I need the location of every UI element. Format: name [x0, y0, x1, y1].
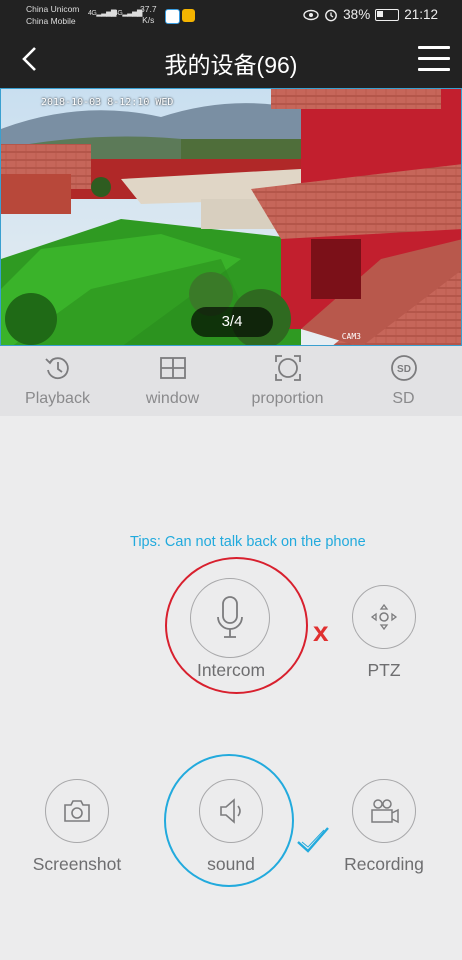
playback-button[interactable]: Playback [0, 346, 115, 416]
proportion-button[interactable]: proportion [230, 346, 345, 416]
battery-percent: 38% [343, 7, 371, 22]
video-timestamp: 2018-10-03 8-12:10 WED [41, 97, 174, 108]
screenshot-button[interactable] [45, 779, 109, 843]
clock: 21:12 [404, 7, 438, 22]
eye-icon [303, 9, 319, 20]
playback-label: Playback [25, 390, 90, 407]
signal-1-icon: 4G▂▃▅▇ [88, 10, 116, 17]
check-mark-icon [297, 827, 329, 853]
app-notification-icon [165, 9, 180, 24]
camera-icon [64, 800, 90, 822]
sd-card-icon: SD [390, 355, 417, 381]
video-camera-icon [371, 799, 399, 824]
aspect-ratio-icon [274, 355, 301, 381]
status-right: 38% 21:12 [303, 7, 438, 22]
sound-label: sound [207, 854, 255, 874]
ptz-button[interactable] [352, 585, 416, 649]
cross-mark-icon: x [313, 616, 329, 647]
intercom-button[interactable] [190, 578, 270, 658]
carrier-1: China Unicom [26, 4, 80, 14]
ptz-directions-icon [370, 603, 398, 631]
page-title: 我的设备(96) [164, 52, 298, 78]
screenshot-label: Screenshot [32, 854, 122, 874]
title-bar: 我的设备(96) [0, 32, 462, 88]
page-indicator: 3/4 [191, 307, 273, 337]
alarm-icon [325, 9, 338, 21]
battery-icon [375, 8, 400, 21]
tips-text: Tips: Can not talk back on the phone [130, 534, 366, 550]
recording-button[interactable] [352, 779, 416, 843]
sd-label: SD [392, 390, 415, 407]
microphone-icon [217, 596, 243, 638]
video-toolbar: Playback window proportion SD SD [0, 346, 462, 416]
status-bar: China Unicom China Mobile 4G▂▃▅▇ 4G▂▃▅▇ … [0, 0, 462, 32]
speaker-icon [220, 798, 241, 824]
grid-window-icon [159, 357, 186, 379]
proportion-label: proportion [251, 390, 324, 407]
history-icon [44, 357, 69, 380]
menu-icon[interactable] [418, 43, 450, 75]
sd-button[interactable]: SD SD [346, 346, 461, 416]
intercom-label: Intercom [196, 660, 266, 680]
network-speed: 37.7 K/s [140, 4, 157, 25]
carrier-2: China Mobile [26, 16, 76, 26]
window-label: window [145, 390, 200, 407]
recording-label: Recording [344, 854, 424, 874]
ptz-label: PTZ [367, 660, 401, 680]
signal-2-icon: 4G▂▃▅▇ [114, 10, 142, 17]
sound-button[interactable] [199, 779, 263, 843]
window-button[interactable]: window [115, 346, 230, 416]
sd-icon-text: SD [397, 364, 411, 375]
carrier-names: China Unicom China Mobile [26, 3, 79, 27]
camera-video-feed[interactable]: 2018-10-03 8-12:10 WED CAM3 3/4 [0, 88, 462, 346]
mail-notification-icon [182, 9, 195, 22]
camera-label: CAM3 [341, 332, 361, 341]
